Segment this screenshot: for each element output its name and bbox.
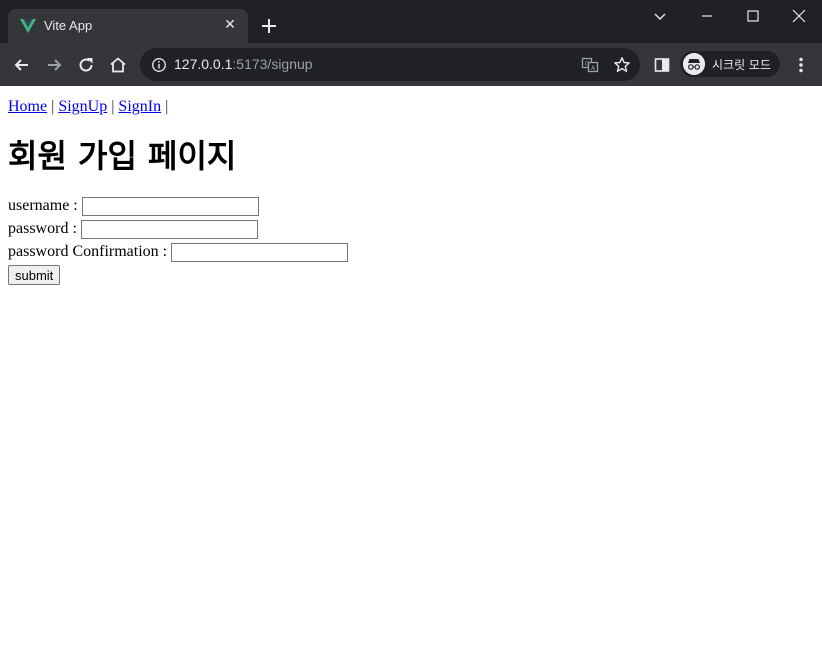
url-path: :5173/signup: [232, 56, 313, 72]
nav-separator: |: [165, 98, 169, 115]
signup-form: username : password : password Confirmat…: [8, 194, 814, 285]
browser-tab[interactable]: Vite App ✕: [8, 9, 248, 43]
svg-text:G: G: [585, 61, 590, 68]
url-text: 127.0.0.1:5173/signup: [174, 56, 313, 72]
username-label: username :: [8, 197, 78, 214]
incognito-label: 시크릿 모드: [712, 58, 772, 72]
forward-arrow-icon[interactable]: [44, 55, 64, 75]
tab-strip: Vite App ✕: [0, 0, 822, 43]
nav-separator: |: [51, 98, 55, 115]
home-icon[interactable]: [108, 55, 128, 75]
vue-logo-icon: [20, 19, 36, 33]
plus-icon[interactable]: [259, 16, 279, 36]
incognito-badge[interactable]: 시크릿 모드: [680, 51, 780, 77]
reload-icon[interactable]: [76, 55, 96, 75]
side-panel-icon[interactable]: [652, 55, 672, 75]
browser-toolbar: 127.0.0.1:5173/signup A G 시크릿 모드: [0, 43, 822, 86]
close-icon[interactable]: ✕: [222, 17, 238, 33]
star-icon[interactable]: [613, 56, 631, 74]
password-input[interactable]: [80, 219, 258, 239]
username-row: username :: [8, 194, 814, 217]
top-nav: Home | SignUp | SignIn |: [8, 96, 814, 118]
back-arrow-icon[interactable]: [12, 55, 32, 75]
chevron-down-icon[interactable]: [650, 6, 670, 26]
translate-icon[interactable]: A G: [581, 56, 599, 74]
username-input[interactable]: [81, 196, 259, 216]
kebab-menu-icon[interactable]: [791, 55, 811, 75]
submit-button[interactable]: submit: [8, 265, 61, 285]
password-label: password :: [8, 220, 77, 237]
nav-link-signup[interactable]: SignUp: [58, 98, 107, 115]
nav-separator: |: [111, 98, 115, 115]
password-confirm-row: password Confirmation :: [8, 240, 814, 263]
tab-title: Vite App: [44, 18, 93, 33]
url-host: 127.0.0.1: [174, 56, 233, 72]
window-close-icon[interactable]: [789, 6, 809, 26]
password-row: password :: [8, 217, 814, 240]
info-icon[interactable]: [151, 57, 167, 73]
maximize-icon[interactable]: [743, 6, 763, 26]
address-bar[interactable]: 127.0.0.1:5173/signup A G: [140, 48, 640, 81]
incognito-icon: [683, 53, 705, 75]
nav-link-home[interactable]: Home: [8, 98, 47, 115]
page-title: 회원 가입 페이지: [8, 137, 237, 175]
nav-link-signin[interactable]: SignIn: [118, 98, 161, 115]
page-content: Home | SignUp | SignIn | 회원 가입 페이지 usern…: [0, 86, 822, 293]
password-confirm-label: password Confirmation :: [8, 243, 168, 260]
minimize-icon[interactable]: [697, 6, 717, 26]
password-confirm-input[interactable]: [171, 242, 349, 262]
